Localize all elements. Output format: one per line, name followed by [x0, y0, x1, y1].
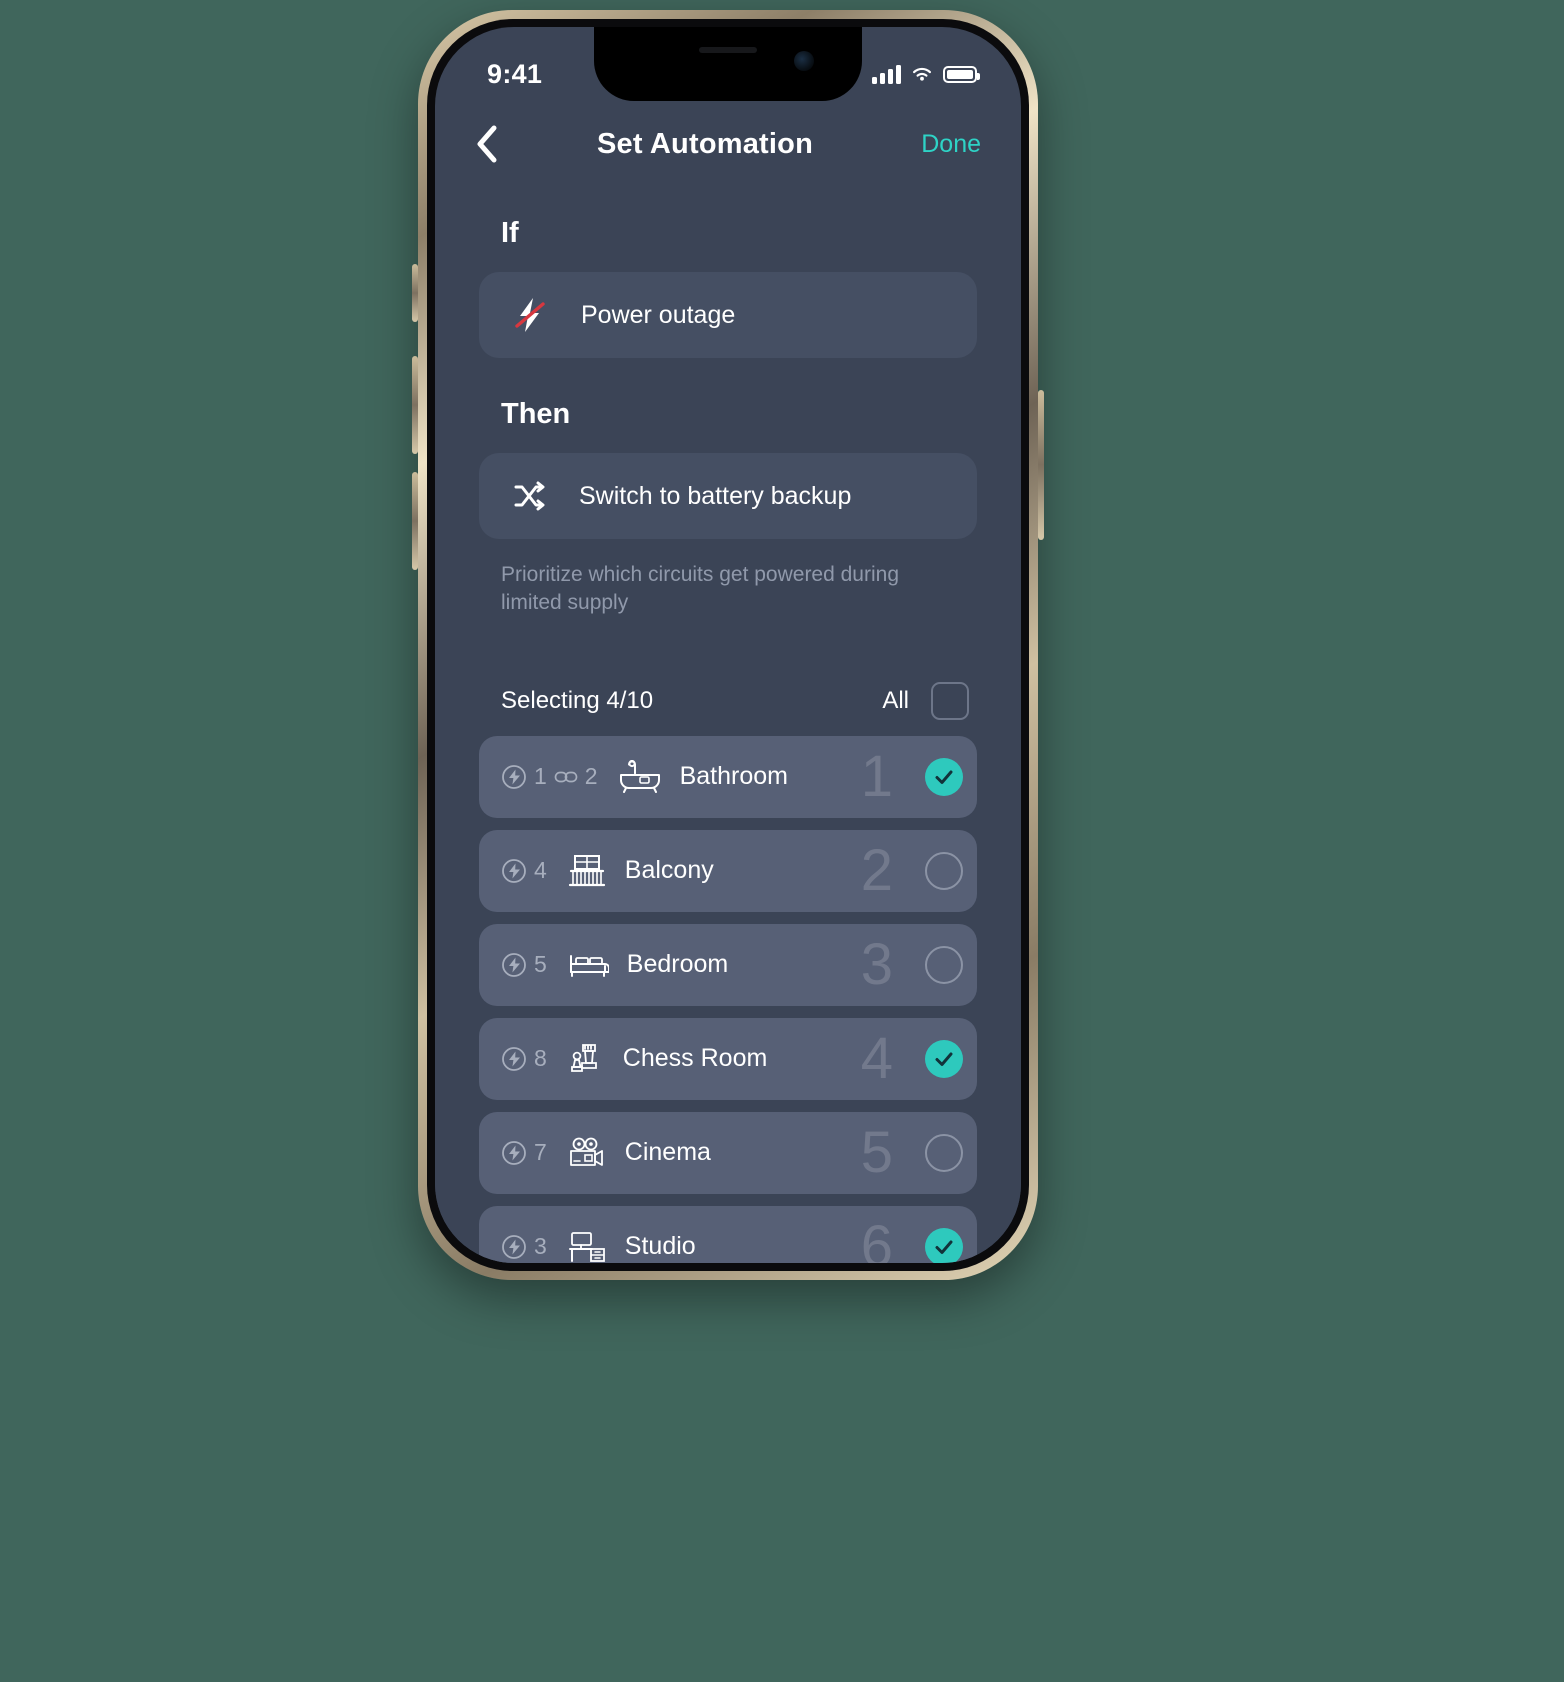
room-name: Balcony [624, 856, 714, 885]
room-checkbox[interactable] [925, 1039, 963, 1078]
room-name: Bathroom [679, 762, 788, 791]
volume-up-button[interactable] [412, 356, 418, 454]
circuit-badge: 5 [501, 951, 547, 978]
room-row[interactable]: 4 Balcony 2 [479, 829, 977, 912]
room-checkbox[interactable] [925, 1133, 963, 1172]
selecting-count: Selecting 4/10 [501, 686, 654, 714]
room-checkbox[interactable] [925, 757, 963, 796]
bathtub-icon [618, 759, 662, 794]
room-list: 1 2 Bathroom 1 4 Balcony 2 5 Bedroom 3 8 Chess Room… [479, 735, 977, 1263]
circuit-number: 7 [534, 1139, 547, 1166]
room-name: Studio [624, 1232, 696, 1261]
circuit-number: 1 [534, 763, 547, 790]
earpiece-speaker [699, 47, 757, 53]
phone-body: 9:41 Set Automation Done If Power outage… [427, 19, 1029, 1271]
power-circle-icon [501, 952, 527, 978]
action-card-battery-backup[interactable]: Switch to battery backup [479, 453, 977, 539]
chess-rook-icon [567, 1040, 605, 1078]
notch [594, 27, 862, 101]
power-circle-icon [501, 764, 527, 790]
room-row[interactable]: 8 Chess Room 4 [479, 1017, 977, 1100]
front-camera-icon [794, 51, 814, 71]
circuit-badge: 3 [501, 1233, 547, 1260]
page-title: Set Automation [597, 127, 813, 160]
movie-camera-icon [567, 1136, 607, 1170]
automation-content: If Power outage Then Switch to battery b… [435, 177, 1021, 1263]
chevron-left-icon [475, 124, 499, 164]
power-circle-icon [501, 858, 527, 884]
cellular-bars-icon [872, 64, 901, 84]
room-row[interactable]: 3 Studio 6 [479, 1205, 977, 1263]
power-button[interactable] [1038, 390, 1044, 540]
circuit-number: 2 [584, 763, 598, 790]
bed-icon [567, 950, 609, 980]
if-heading: If [501, 217, 519, 249]
room-row[interactable]: 1 2 Bathroom 1 [479, 735, 977, 818]
room-checkbox[interactable] [925, 1227, 963, 1263]
back-button[interactable] [475, 124, 529, 164]
desk-icon [567, 1230, 607, 1263]
selection-header: Selecting 4/10 All [479, 681, 977, 720]
room-name: Chess Room [622, 1044, 768, 1073]
room-row[interactable]: 5 Bedroom 3 [479, 923, 977, 1006]
power-outage-bolt-icon [513, 296, 547, 334]
circuit-badge: 4 [501, 857, 547, 884]
power-circle-icon [501, 1234, 527, 1260]
status-icons [872, 64, 980, 84]
circuit-badge: 8 [501, 1045, 547, 1072]
room-checkbox[interactable] [925, 851, 963, 890]
circuit-number: 4 [534, 857, 547, 884]
silent-switch[interactable] [412, 264, 418, 322]
done-button[interactable]: Done [881, 130, 981, 159]
circuit-number: 3 [534, 1233, 547, 1260]
power-circle-icon [501, 1046, 527, 1072]
then-heading: Then [501, 398, 571, 430]
phone-screen: 9:41 Set Automation Done If Power outage… [435, 27, 1021, 1263]
select-all-checkbox[interactable] [931, 681, 969, 720]
circuit-badge: 7 [501, 1139, 547, 1166]
wifi-icon [910, 65, 934, 83]
shuffle-icon [513, 481, 545, 511]
balcony-icon [567, 853, 607, 889]
helper-text: Prioritize which circuits get powered du… [501, 563, 900, 615]
power-circle-icon [501, 1140, 527, 1166]
circuit-number: 8 [534, 1045, 547, 1072]
room-checkbox[interactable] [925, 945, 963, 984]
circuit-badge: 12 [501, 763, 598, 790]
room-name: Cinema [624, 1138, 711, 1167]
phone-frame: 9:41 Set Automation Done If Power outage… [418, 10, 1038, 1280]
select-all-label: All [882, 686, 909, 714]
volume-down-button[interactable] [412, 472, 418, 570]
nav-bar: Set Automation Done [435, 111, 1021, 177]
action-label: Switch to battery backup [579, 481, 852, 510]
trigger-label: Power outage [581, 300, 736, 329]
status-time: 9:41 [487, 58, 543, 89]
room-row[interactable]: 7 Cinema 5 [479, 1111, 977, 1194]
room-name: Bedroom [626, 950, 729, 979]
trigger-card-power-outage[interactable]: Power outage [479, 272, 977, 358]
circuit-number: 5 [534, 951, 547, 978]
link-icon [554, 769, 578, 785]
battery-full-icon [943, 65, 980, 83]
